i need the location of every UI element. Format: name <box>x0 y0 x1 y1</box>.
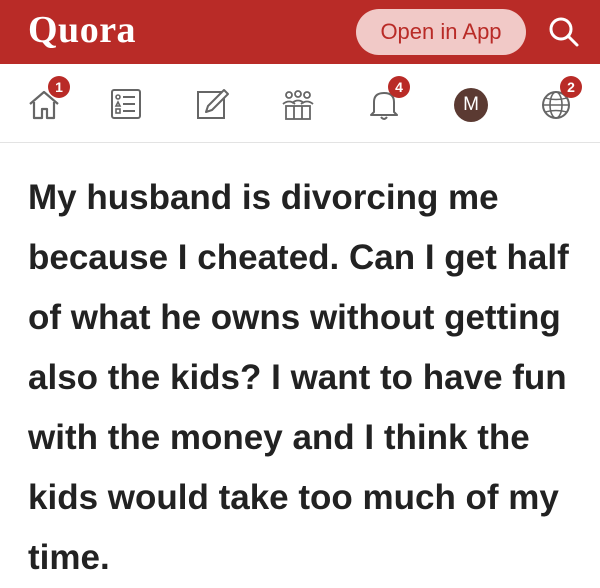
nav-spaces[interactable] <box>272 78 326 128</box>
home-badge: 1 <box>48 76 70 98</box>
write-icon <box>197 89 229 119</box>
notifications-badge: 4 <box>388 76 410 98</box>
nav-profile[interactable]: M <box>444 78 498 128</box>
spaces-icon <box>282 90 314 120</box>
nav-write[interactable] <box>186 78 240 128</box>
nav-answer[interactable] <box>100 78 154 128</box>
nav-notifications[interactable]: 4 <box>358 76 412 128</box>
search-icon[interactable] <box>546 14 582 50</box>
question-title[interactable]: My husband is divorcing me because I che… <box>28 168 588 588</box>
profile-avatar: M <box>454 88 488 122</box>
answer-list-icon <box>111 89 141 119</box>
open-in-app-button[interactable]: Open in App <box>356 9 526 55</box>
navigation-bar: 1 4 M 2 <box>0 64 600 143</box>
nav-languages[interactable]: 2 <box>530 76 584 128</box>
nav-home[interactable]: 1 <box>18 76 72 128</box>
languages-badge: 2 <box>560 76 582 98</box>
top-bar: Quora Open in App <box>0 0 600 64</box>
quora-logo[interactable]: Quora <box>28 8 136 52</box>
